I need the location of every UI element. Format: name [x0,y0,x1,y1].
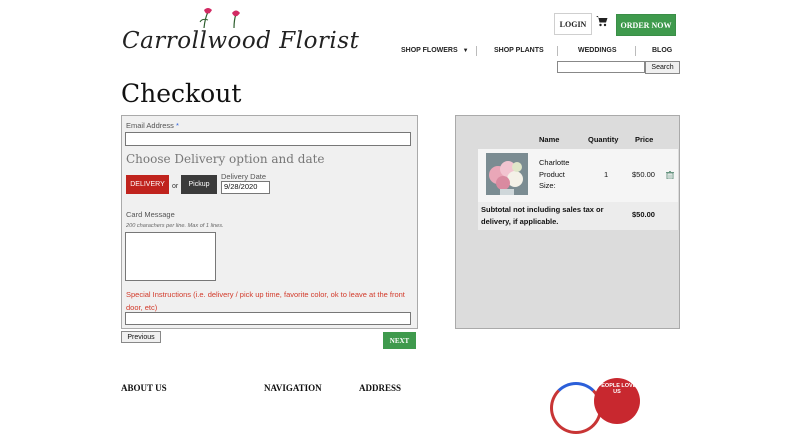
nav-divider [476,46,477,56]
footer-about-heading: ABOUT US [121,383,167,393]
delivery-button[interactable]: DELIVERY [126,175,169,194]
product-image[interactable] [486,153,528,195]
search-input[interactable] [557,61,645,73]
subtotal-value: $50.00 [632,210,655,219]
login-button[interactable]: LOGIN [554,13,592,35]
trash-icon[interactable] [666,171,674,179]
subtotal-label: Subtotal not including sales tax or deli… [481,205,604,226]
delivery-heading: Choose Delivery option and date [126,152,325,166]
product-name-line: Product [539,169,565,179]
or-text: or [172,183,179,190]
caret-down-icon: ▼ [462,48,469,54]
logo-text: Carrollwood Florist [122,28,360,54]
card-message-textarea[interactable] [125,232,216,281]
pickup-button[interactable]: Pickup [181,175,217,194]
previous-button[interactable]: Previous [121,331,161,343]
next-button[interactable]: NEXT [383,332,416,349]
email-label-text: Email Address [126,121,174,130]
footer-navigation-heading: NAVIGATION [264,383,322,393]
tulip-logo-icon [199,8,240,29]
card-message-hint: 200 charachers per line. Max of 1 lines. [126,223,224,229]
badge-text: PEOPLE LOVE US [597,383,637,395]
column-header-name: Name [539,135,560,144]
card-message-label: Card Message [126,210,175,219]
nav-blog[interactable]: BLOG [652,47,672,59]
nav-divider [557,46,558,56]
delivery-date-field[interactable]: 9/28/2020 [221,181,270,194]
product-size-label: Size: [539,181,556,190]
nav-weddings[interactable]: WEDDINGS [578,47,617,59]
cart-icon[interactable] [596,15,608,27]
nav-divider [635,46,636,56]
required-marker: * [176,121,179,130]
nav-shop-flowers[interactable]: SHOP FLOWERS ▼ [401,47,469,59]
delivery-date-label: Delivery Date [221,172,267,181]
footer-address-heading: ADDRESS [359,383,402,393]
page-title: Checkout [121,79,242,108]
search-button[interactable]: Search [645,61,680,74]
order-now-button[interactable]: ORDER NOW [616,14,676,36]
logo[interactable]: Carrollwood Florist [122,6,359,60]
people-love-us-badge: PEOPLE LOVE US [594,378,640,424]
special-instructions-label: Special Instructions (i.e. delivery / pi… [126,290,405,312]
product-name-line: Charlotte [539,158,570,167]
product-price: $50.00 [632,170,655,179]
email-field[interactable] [125,132,411,146]
special-instructions-field[interactable] [125,312,411,325]
column-header-price: Price [635,135,654,144]
product-quantity: 1 [604,170,609,179]
nav-shop-plants[interactable]: SHOP PLANTS [494,47,544,59]
flower-bouquet-image [486,153,528,195]
product-name[interactable]: Charlotte Product Size: [539,157,569,192]
email-label: Email Address * [126,121,179,130]
column-header-quantity: Quantity [588,135,619,144]
nav-label: SHOP FLOWERS [401,47,458,54]
